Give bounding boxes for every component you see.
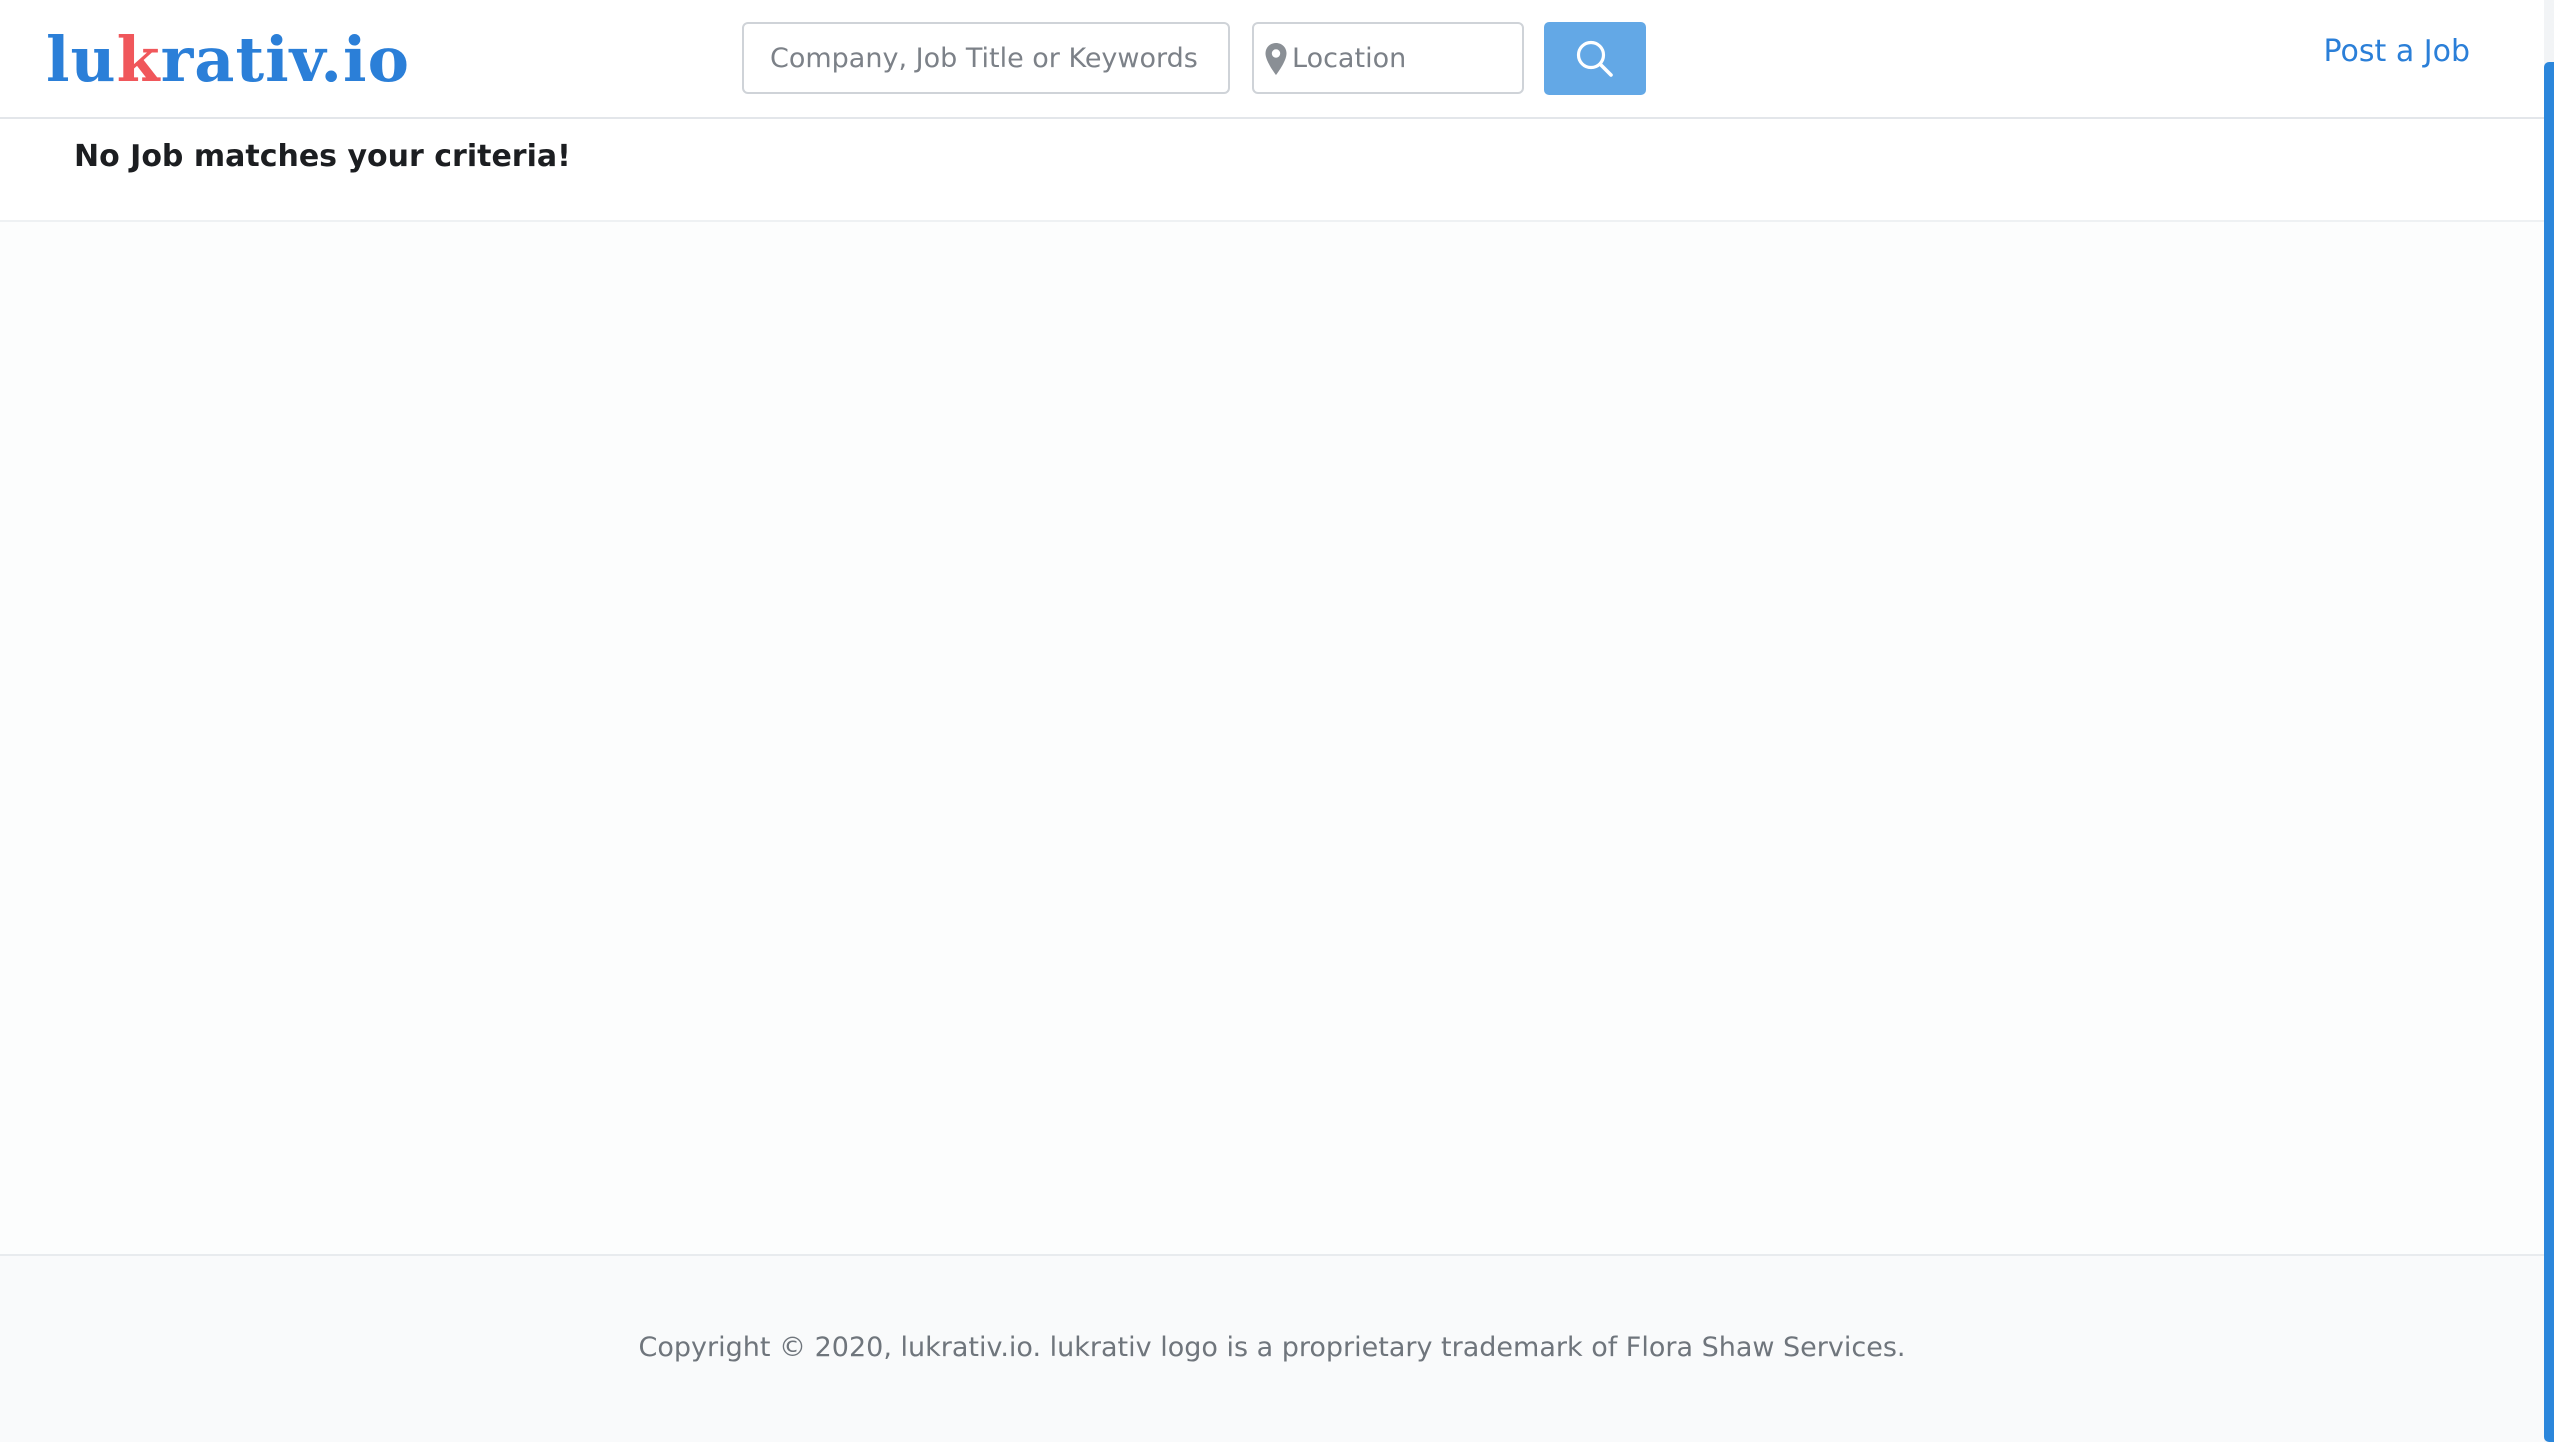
logo-text-end: rativ.io bbox=[160, 23, 410, 96]
search-button[interactable] bbox=[1544, 22, 1646, 95]
location-field[interactable] bbox=[1252, 22, 1524, 94]
search-icon bbox=[1576, 40, 1613, 77]
results-list-area bbox=[0, 222, 2544, 1254]
logo-text-accent: k bbox=[116, 23, 161, 96]
logo-text-start: lu bbox=[46, 23, 117, 96]
copyright-text: Copyright © 2020, lukrativ.io. lukrativ … bbox=[638, 1332, 1906, 1363]
map-pin-icon bbox=[1265, 43, 1287, 75]
site-logo[interactable]: lukrativ.io bbox=[46, 18, 410, 102]
keyword-search-input[interactable] bbox=[742, 22, 1230, 94]
results-header: No Job matches your criteria! bbox=[0, 119, 2544, 222]
page: lukrativ.io Post a Job No Job matches yo… bbox=[0, 0, 2554, 1442]
scrollbar-thumb[interactable] bbox=[2544, 62, 2554, 1442]
top-navbar: lukrativ.io Post a Job bbox=[0, 0, 2544, 119]
post-job-link[interactable]: Post a Job bbox=[2324, 34, 2470, 69]
no-results-message: No Job matches your criteria! bbox=[74, 139, 571, 174]
location-input[interactable] bbox=[1292, 24, 1520, 92]
footer: Copyright © 2020, lukrativ.io. lukrativ … bbox=[0, 1254, 2544, 1442]
